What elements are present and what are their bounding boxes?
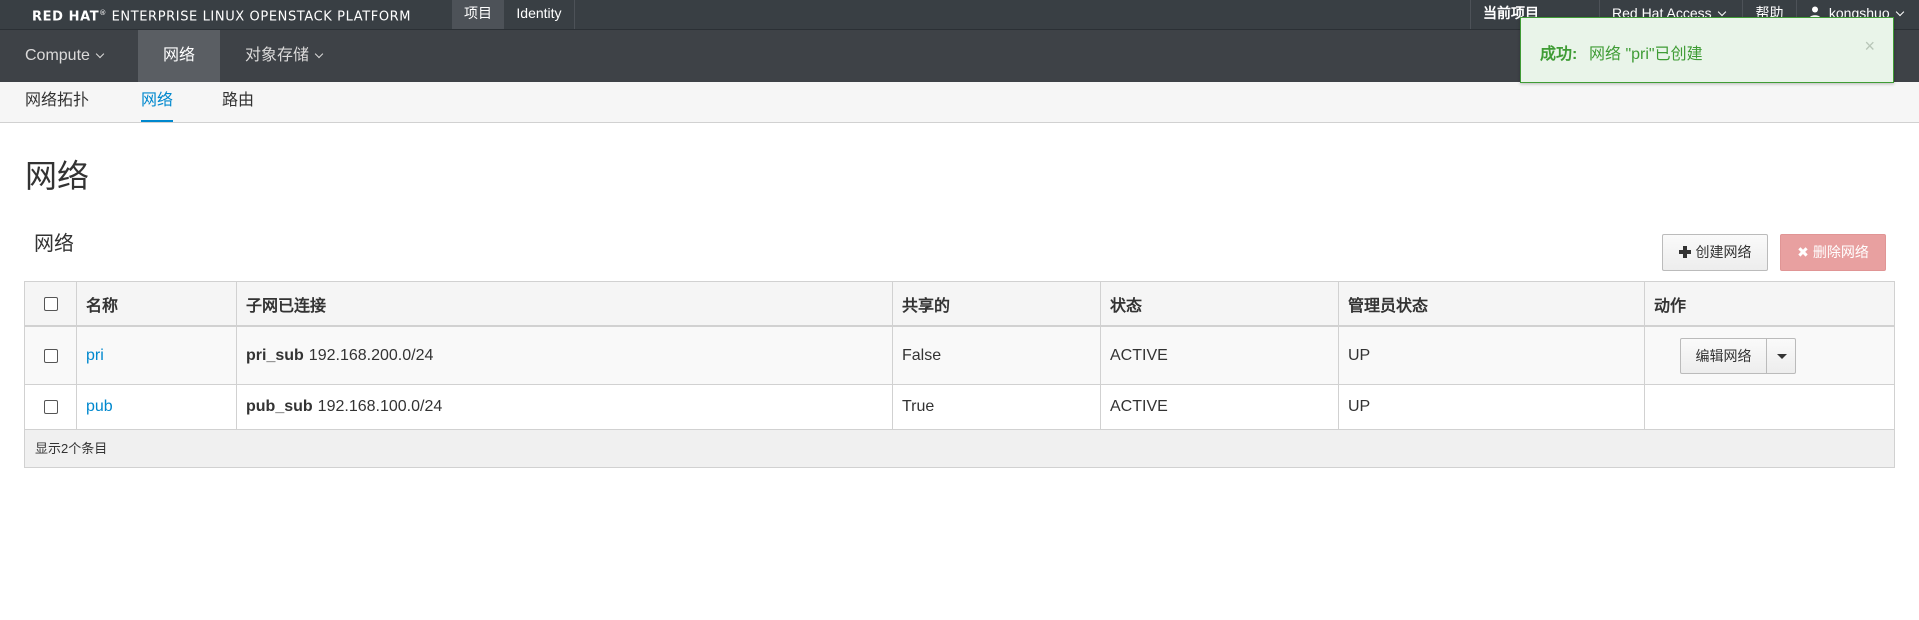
column-header-name[interactable]: 名称 — [76, 282, 236, 325]
more-actions-dropdown[interactable] — [1766, 338, 1796, 374]
tab-identity[interactable]: Identity — [504, 0, 575, 29]
table-row: pri pri_sub 192.168.200.0/24 False ACTIV… — [25, 327, 1894, 385]
select-all-cell — [25, 282, 76, 325]
network-name-cell: pri — [76, 327, 236, 384]
column-header-subnets[interactable]: 子网已连接 — [236, 282, 892, 325]
chevron-down-icon — [1717, 7, 1726, 17]
edit-network-button[interactable]: 编辑网络 — [1680, 338, 1767, 374]
chevron-down-icon — [1895, 7, 1904, 17]
sub-nav: 网络拓扑 网络 路由 — [0, 82, 1919, 123]
network-name-cell: pub — [76, 385, 236, 429]
nav-object-storage[interactable]: 对象存储 — [245, 30, 324, 82]
chevron-down-icon — [314, 49, 324, 59]
row-checkbox[interactable] — [44, 348, 58, 363]
subnets-cell: pri_sub 192.168.200.0/24 — [236, 327, 892, 384]
column-header-admin-state[interactable]: 管理员状态 — [1338, 282, 1644, 325]
plus-icon — [1678, 246, 1691, 258]
networks-table: 名称 子网已连接 共享的 状态 管理员状态 动作 pri pri_sub 192… — [24, 281, 1895, 468]
table-header-row: 名称 子网已连接 共享的 状态 管理员状态 动作 — [25, 282, 1894, 327]
alert-message: 网络 "pri"已创建 — [1589, 46, 1703, 63]
close-icon: ✖ — [1797, 244, 1809, 260]
network-name-link[interactable]: pri — [86, 347, 104, 365]
tab-project[interactable]: 项目 — [452, 0, 504, 29]
item-count: 显示2个条目 — [35, 441, 108, 456]
row-checkbox[interactable] — [44, 400, 58, 414]
nav-compute[interactable]: Compute — [25, 30, 105, 82]
status-cell: ACTIVE — [1100, 327, 1338, 384]
actions-cell — [1644, 385, 1894, 429]
nav-network[interactable]: 网络 — [138, 30, 220, 82]
row-select-cell — [25, 385, 76, 429]
shared-cell: False — [892, 327, 1100, 384]
subnet-cidr: 192.168.200.0/24 — [308, 346, 434, 364]
alert-title: 成功: — [1540, 46, 1578, 63]
admin-state-cell: UP — [1338, 385, 1644, 429]
page-title: 网络 — [25, 158, 90, 194]
column-header-actions: 动作 — [1644, 282, 1894, 325]
subnav-routers[interactable]: 路由 — [222, 82, 254, 122]
section-title: 网络 — [34, 233, 74, 255]
table-footer: 显示2个条目 — [25, 430, 1894, 467]
chevron-down-icon — [95, 49, 105, 59]
subnet-cidr: 192.168.100.0/24 — [317, 398, 443, 415]
shared-cell: True — [892, 385, 1100, 429]
table-row: pub pub_sub 192.168.100.0/24 True ACTIVE… — [25, 385, 1894, 430]
network-name-link[interactable]: pub — [86, 398, 113, 416]
admin-state-cell: UP — [1338, 327, 1644, 384]
delete-networks-button[interactable]: ✖ 删除网络 — [1780, 234, 1886, 271]
column-header-status[interactable]: 状态 — [1100, 282, 1338, 325]
subnet-name: pri_sub — [246, 346, 304, 364]
brand-logo[interactable]: RED HAT® ENTERPRISE LINUX OPENSTACK PLAT… — [32, 0, 411, 29]
row-select-cell — [25, 327, 76, 384]
subnav-network-topology[interactable]: 网络拓扑 — [25, 82, 89, 122]
subnet-name: pub_sub — [246, 398, 313, 415]
subnets-cell: pub_sub 192.168.100.0/24 — [236, 385, 892, 429]
status-cell: ACTIVE — [1100, 385, 1338, 429]
column-header-shared[interactable]: 共享的 — [892, 282, 1100, 325]
subnav-networks[interactable]: 网络 — [141, 82, 174, 122]
select-all-checkbox[interactable] — [44, 296, 58, 311]
create-network-button[interactable]: 创建网络 — [1662, 234, 1768, 271]
close-icon[interactable]: × — [1864, 36, 1875, 57]
success-alert: 成功: 网络 "pri"已创建 × — [1520, 17, 1894, 83]
